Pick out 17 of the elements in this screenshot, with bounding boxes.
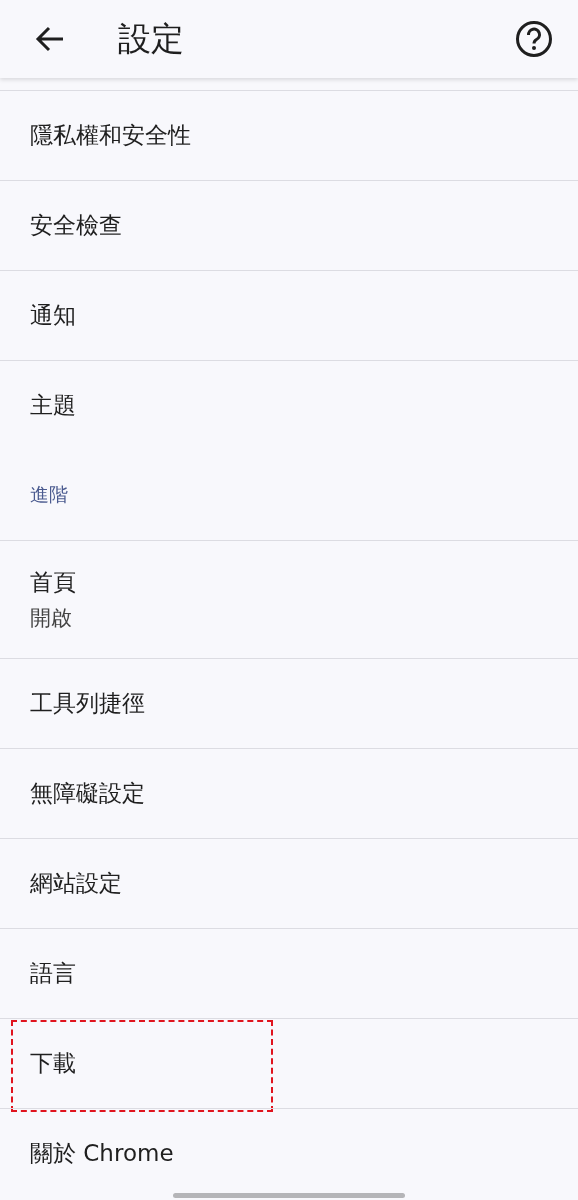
settings-item[interactable]: 下載 — [0, 1018, 578, 1108]
settings-item[interactable]: 通知 — [0, 270, 578, 360]
item-subtitle: 開啟 — [30, 605, 72, 632]
settings-item[interactable]: 首頁 開啟 — [0, 540, 578, 658]
help-button[interactable] — [514, 19, 554, 59]
settings-item[interactable]: 無障礙設定 — [0, 748, 578, 838]
page-title: 設定 — [118, 17, 185, 60]
settings-item[interactable]: 語言 — [0, 928, 578, 1018]
item-title: 首頁 — [30, 568, 76, 597]
settings-item[interactable]: 主題 — [0, 360, 578, 450]
section-heading: 進階 — [30, 482, 68, 507]
settings-item[interactable]: 網站設定 — [0, 838, 578, 928]
settings-item[interactable]: 隱私權和安全性 — [0, 90, 578, 180]
settings-item[interactable]: 工具列捷徑 — [0, 658, 578, 748]
help-icon — [515, 20, 553, 58]
back-arrow-icon — [35, 26, 65, 52]
settings-item[interactable]: 安全檢查 — [0, 180, 578, 270]
